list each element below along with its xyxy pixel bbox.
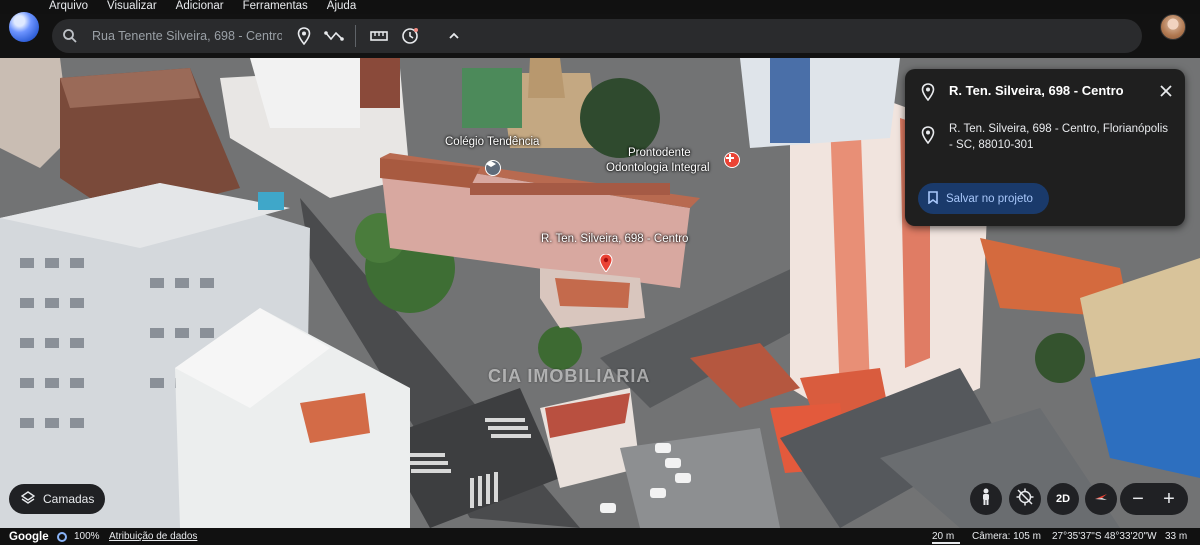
location-off-icon bbox=[1016, 488, 1034, 511]
zoom-in-button[interactable]: + bbox=[1157, 487, 1181, 511]
bookmark-icon bbox=[928, 190, 938, 207]
google-logo: Google bbox=[9, 531, 49, 543]
location-off-button[interactable] bbox=[1009, 483, 1041, 515]
save-to-project-button[interactable]: Salvar no projeto bbox=[918, 183, 1049, 214]
loaded-percent: 100% bbox=[74, 531, 100, 542]
avatar[interactable] bbox=[1160, 14, 1186, 40]
compass-button[interactable] bbox=[1085, 483, 1117, 515]
medical-icon[interactable] bbox=[724, 152, 740, 168]
chevron-up-icon[interactable] bbox=[444, 26, 464, 46]
panel-address-pin-icon bbox=[921, 126, 935, 145]
2d-toggle-button[interactable]: 2D bbox=[1047, 483, 1079, 515]
label-odontologia-integral[interactable]: Odontologia Integral bbox=[606, 162, 710, 174]
panel-title: R. Ten. Silveira, 698 - Centro bbox=[949, 83, 1124, 98]
menu-arquivo[interactable]: Arquivo bbox=[49, 0, 88, 14]
ruler-icon[interactable] bbox=[369, 26, 389, 46]
compass-icon bbox=[1092, 488, 1110, 511]
menu-visualizar[interactable]: Visualizar bbox=[107, 0, 157, 14]
location-pin-icon[interactable] bbox=[599, 254, 613, 272]
pegman-icon bbox=[980, 488, 992, 511]
layers-label: Camadas bbox=[43, 492, 95, 506]
menu-ferramentas[interactable]: Ferramentas bbox=[243, 0, 308, 14]
menu-ajuda[interactable]: Ajuda bbox=[327, 0, 356, 14]
label-prontodente[interactable]: Prontodente bbox=[628, 147, 691, 159]
label-address-pin[interactable]: R. Ten. Silveira, 698 - Centro bbox=[541, 233, 688, 245]
search-icon[interactable] bbox=[62, 28, 78, 44]
zoom-out-button[interactable]: − bbox=[1126, 487, 1150, 511]
camera-altitude: Câmera: 105 m bbox=[972, 531, 1041, 542]
panel-title-pin-icon bbox=[921, 83, 935, 102]
coordinates: 27°35'37"S 48°33'20"W bbox=[1052, 531, 1157, 542]
street-view-button[interactable] bbox=[970, 483, 1002, 515]
place-marker-icon[interactable] bbox=[294, 26, 314, 46]
school-icon[interactable] bbox=[485, 160, 501, 176]
menu-adicionar[interactable]: Adicionar bbox=[176, 0, 224, 14]
loading-indicator-icon bbox=[57, 532, 67, 542]
watermark-text: CIA IMOBILIARIA bbox=[488, 366, 651, 386]
2d-toggle-label: 2D bbox=[1055, 493, 1071, 505]
panel-address: R. Ten. Silveira, 698 - Centro, Florianó… bbox=[949, 123, 1169, 151]
scale-label: 20 m bbox=[932, 531, 955, 542]
path-icon[interactable] bbox=[324, 26, 344, 46]
data-attribution-link[interactable]: Atribuição de dados bbox=[109, 531, 197, 542]
google-earth-logo[interactable] bbox=[9, 12, 39, 42]
save-to-project-label: Salvar no projeto bbox=[946, 192, 1033, 205]
history-icon[interactable] bbox=[400, 26, 420, 46]
menu-bar: Arquivo Visualizar Adicionar Ferramentas… bbox=[0, 0, 1200, 14]
toolbar-divider bbox=[355, 25, 356, 47]
scale-bar bbox=[932, 542, 960, 544]
ground-altitude: 33 m bbox=[1165, 531, 1188, 542]
layers-icon bbox=[20, 490, 36, 508]
search-input[interactable] bbox=[92, 28, 282, 44]
close-icon[interactable] bbox=[1158, 83, 1174, 99]
label-colegio-tendencia[interactable]: Colégio Tendência bbox=[445, 136, 539, 148]
layers-button[interactable]: Camadas bbox=[9, 484, 105, 514]
